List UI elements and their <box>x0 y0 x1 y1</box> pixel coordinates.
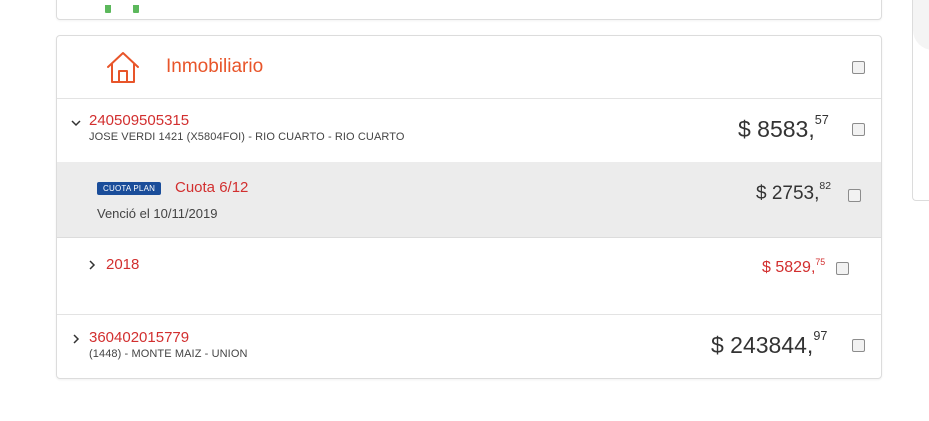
year-group-row[interactable]: 2018 $ 5829,75 <box>57 238 881 315</box>
due-date-text: Venció el 10/11/2019 <box>97 206 218 221</box>
amount-decimals: 82 <box>819 180 832 192</box>
account-checkbox[interactable] <box>852 123 865 136</box>
year-amount: $ 5829,75 <box>762 257 826 277</box>
cuota-row[interactable]: CUOTA PLAN Cuota 6/12 Venció el 10/11/20… <box>57 162 881 238</box>
previous-card <box>56 0 882 20</box>
year-label[interactable]: 2018 <box>106 256 139 273</box>
section-title: Inmobiliario <box>166 56 264 77</box>
account-row[interactable]: 360402015779 (1448) - MONTE MAIZ - UNION… <box>57 315 881 378</box>
account-amount: $ 8583,57 <box>738 113 829 143</box>
amount-decimals: 97 <box>813 329 828 344</box>
year-checkbox[interactable] <box>836 262 849 275</box>
cuota-checkbox[interactable] <box>848 189 861 202</box>
chevron-down-icon[interactable] <box>71 118 81 128</box>
cuota-plan-badge: CUOTA PLAN <box>97 182 162 195</box>
account-number[interactable]: 240509505315 <box>89 112 189 129</box>
account-amount: $ 243844,97 <box>711 329 828 359</box>
amount-decimals: 57 <box>814 113 829 128</box>
inmobiliario-card: Inmobiliario 240509505315 JOSE VERDI 142… <box>56 35 882 379</box>
green-mark-left <box>105 5 111 13</box>
account-address: (1448) - MONTE MAIZ - UNION <box>89 348 248 360</box>
side-panel-shade <box>913 0 929 50</box>
section-header: Inmobiliario <box>57 36 881 99</box>
amount-integer: $ 243844, <box>711 332 814 358</box>
green-mark-right <box>133 5 139 13</box>
account-checkbox[interactable] <box>852 339 865 352</box>
house-icon <box>107 52 139 83</box>
select-all-checkbox[interactable] <box>852 61 865 74</box>
cuota-amount: $ 2753,82 <box>756 180 832 205</box>
side-panel <box>912 0 929 201</box>
amount-integer: $ 5829, <box>762 259 816 276</box>
chevron-right-icon[interactable] <box>71 334 81 344</box>
account-number[interactable]: 360402015779 <box>89 329 189 346</box>
account-row[interactable]: 240509505315 JOSE VERDI 1421 (X5804FOI) … <box>57 98 881 163</box>
cuota-label: Cuota 6/12 <box>175 179 249 196</box>
account-address: JOSE VERDI 1421 (X5804FOI) - RIO CUARTO … <box>89 131 405 143</box>
amount-decimals: 75 <box>815 257 826 268</box>
amount-integer: $ 8583, <box>738 116 815 142</box>
chevron-right-icon[interactable] <box>87 260 97 270</box>
amount-integer: $ 2753, <box>756 183 820 204</box>
